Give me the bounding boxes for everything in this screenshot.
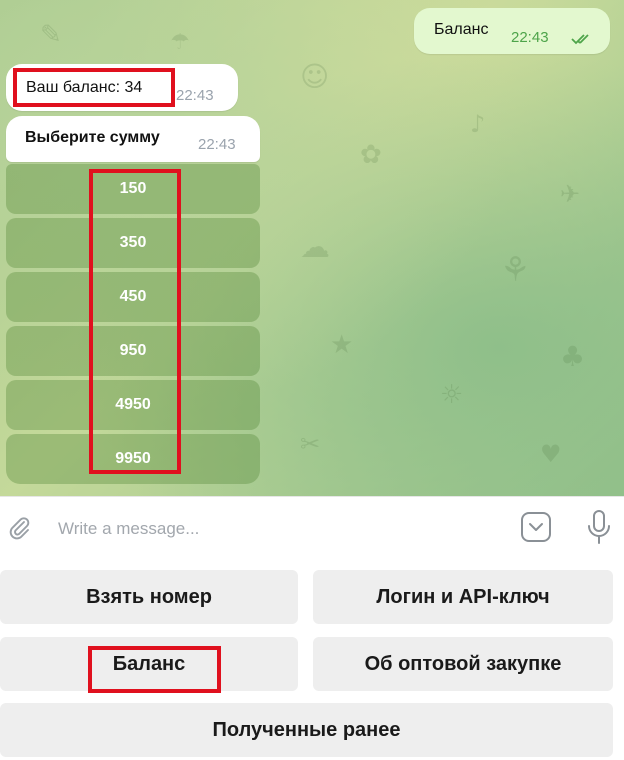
sticker-icon[interactable] <box>520 511 552 543</box>
paperclip-icon[interactable] <box>6 515 32 541</box>
choose-amount-message-bubble[interactable]: Выберите сумму 22:43 <box>6 116 260 162</box>
amount-button-150[interactable]: 150 <box>6 164 260 214</box>
choose-amount-message-time: 22:43 <box>198 136 236 153</box>
doodle-decoration: ✂ <box>300 430 321 458</box>
balance-message-time: 22:43 <box>176 87 214 104</box>
doodle-decoration: ♪ <box>470 110 486 138</box>
take-number-button[interactable]: Взять номер <box>0 570 298 624</box>
wholesale-info-button[interactable]: Об оптовой закупке <box>313 637 613 691</box>
doodle-decoration: ☼ <box>440 380 464 410</box>
doodle-decoration: ⚘ <box>500 250 531 290</box>
outgoing-message-text: Баланс <box>434 21 489 38</box>
chat-area: ✎ ☂ ☺ ✿ ♪ ✈ ☁ ⚘ ★ ☼ ♣ ✂ ♥ Баланс 22:43 В… <box>0 0 624 496</box>
amount-button-4950[interactable]: 4950 <box>6 380 260 430</box>
amount-button-9950[interactable]: 9950 <box>6 434 260 484</box>
message-composer <box>0 496 624 560</box>
doodle-decoration: ✎ <box>40 20 62 50</box>
doodle-decoration: ♥ <box>540 440 562 468</box>
doodle-decoration: ✈ <box>560 180 581 208</box>
login-api-key-button[interactable]: Логин и API-ключ <box>313 570 613 624</box>
outgoing-message-bubble[interactable]: Баланс 22:43 <box>414 8 610 54</box>
doodle-decoration: ☂ <box>170 30 190 55</box>
amount-button-450[interactable]: 450 <box>6 272 260 322</box>
reply-keyboard: Взять номер Логин и API-ключ Баланс Об о… <box>0 560 624 760</box>
doodle-decoration: ☺ <box>300 60 330 93</box>
microphone-icon[interactable] <box>586 509 612 545</box>
balance-message-text: Ваш баланс: 34 <box>26 79 143 96</box>
doodle-decoration: ★ <box>330 330 354 360</box>
doodle-decoration: ☁ <box>300 230 330 265</box>
outgoing-message-time: 22:43 <box>511 29 549 46</box>
double-check-icon <box>571 34 589 45</box>
choose-amount-message-text: Выберите сумму <box>25 129 160 146</box>
received-earlier-button[interactable]: Полученные ранее <box>0 703 613 757</box>
amount-button-950[interactable]: 950 <box>6 326 260 376</box>
doodle-decoration: ✿ <box>360 140 382 170</box>
message-input[interactable] <box>58 515 478 543</box>
balance-message-bubble[interactable]: Ваш баланс: 34 22:43 <box>6 64 238 111</box>
amount-inline-keyboard: 150 350 450 950 4950 9950 <box>6 164 260 488</box>
balance-button[interactable]: Баланс <box>0 637 298 691</box>
amount-button-350[interactable]: 350 <box>6 218 260 268</box>
doodle-decoration: ♣ <box>560 340 586 373</box>
